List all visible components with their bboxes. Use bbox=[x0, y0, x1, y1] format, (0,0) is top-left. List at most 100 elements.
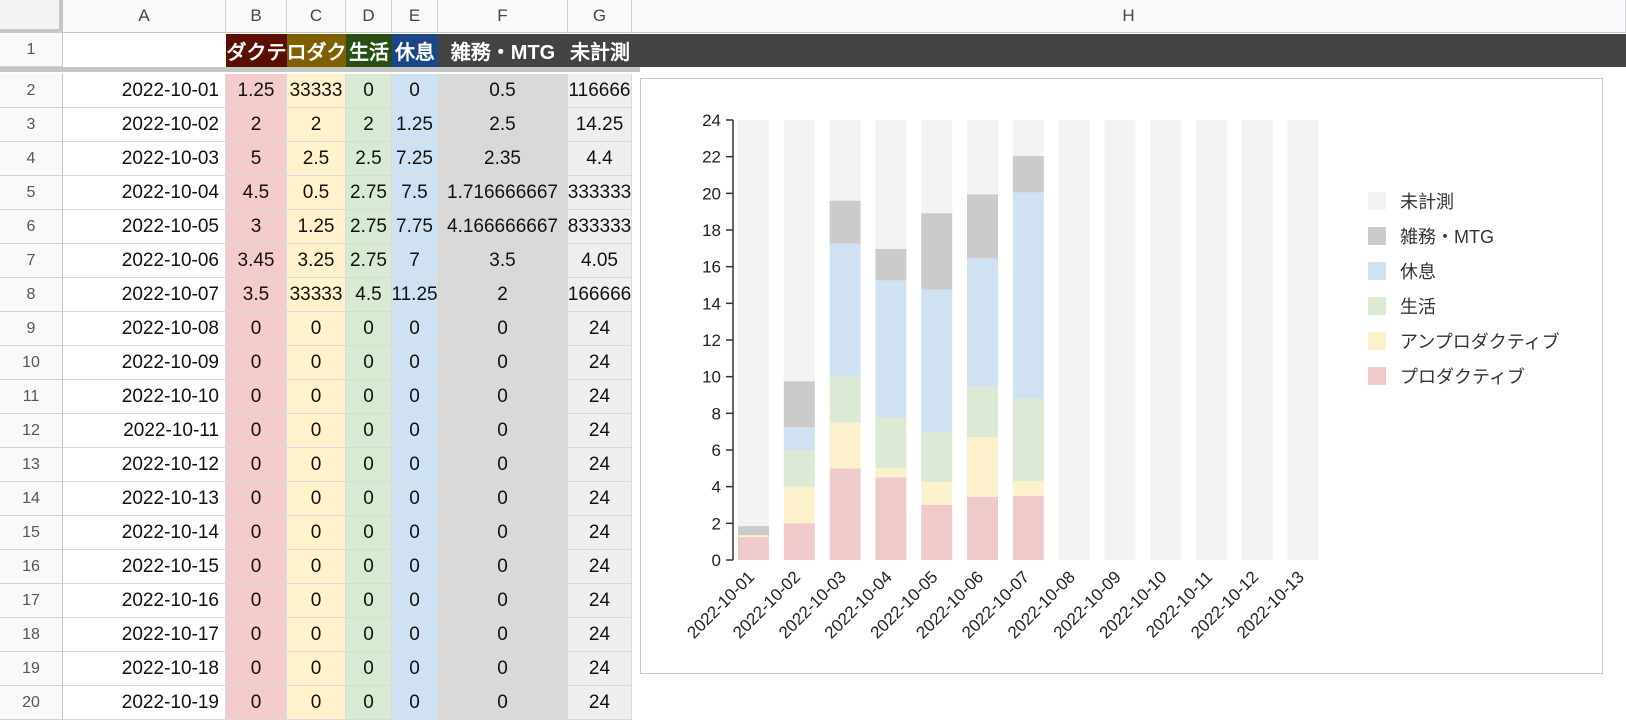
legend-item[interactable]: 休息 bbox=[1368, 253, 1560, 288]
value-cell[interactable]: 166666 bbox=[568, 278, 632, 312]
value-cell[interactable]: 2 bbox=[226, 108, 287, 142]
legend-item[interactable]: 未計測 bbox=[1368, 183, 1560, 218]
value-cell[interactable]: 0 bbox=[438, 380, 568, 414]
value-cell[interactable]: 3.45 bbox=[226, 244, 287, 278]
header-cell-g[interactable]: 未計測 bbox=[568, 34, 632, 67]
value-cell[interactable]: 0 bbox=[346, 550, 392, 584]
value-cell[interactable]: 0 bbox=[226, 448, 287, 482]
value-cell[interactable]: 4.05 bbox=[568, 244, 632, 278]
value-cell[interactable]: 0 bbox=[438, 686, 568, 720]
legend-item[interactable]: 雑務・MTG bbox=[1368, 218, 1560, 253]
value-cell[interactable]: 33333 bbox=[287, 278, 346, 312]
value-cell[interactable]: 0 bbox=[392, 618, 438, 652]
date-cell[interactable]: 2022-10-11 bbox=[63, 414, 226, 448]
header-cell-e[interactable]: 休息 bbox=[392, 34, 438, 67]
value-cell[interactable]: 0 bbox=[392, 414, 438, 448]
value-cell[interactable]: 4.5 bbox=[226, 176, 287, 210]
date-cell[interactable]: 2022-10-08 bbox=[63, 312, 226, 346]
value-cell[interactable]: 0 bbox=[392, 380, 438, 414]
value-cell[interactable]: 0 bbox=[392, 312, 438, 346]
value-cell[interactable]: 0 bbox=[438, 414, 568, 448]
header-cell-c[interactable]: ロダク bbox=[287, 34, 346, 67]
value-cell[interactable]: 24 bbox=[568, 312, 632, 346]
row-header-19[interactable]: 19 bbox=[0, 652, 63, 686]
row-header-6[interactable]: 6 bbox=[0, 210, 63, 244]
value-cell[interactable]: 2.75 bbox=[346, 210, 392, 244]
value-cell[interactable]: 2.75 bbox=[346, 176, 392, 210]
value-cell[interactable]: 7.5 bbox=[392, 176, 438, 210]
column-header-d[interactable]: D bbox=[346, 0, 392, 33]
row-header-3[interactable]: 3 bbox=[0, 108, 63, 142]
row-header-9[interactable]: 9 bbox=[0, 312, 63, 346]
column-header-c[interactable]: C bbox=[287, 0, 346, 33]
value-cell[interactable]: 24 bbox=[568, 550, 632, 584]
value-cell[interactable]: 0 bbox=[287, 482, 346, 516]
value-cell[interactable]: 0 bbox=[287, 312, 346, 346]
value-cell[interactable]: 7.25 bbox=[392, 142, 438, 176]
value-cell[interactable]: 0 bbox=[438, 618, 568, 652]
value-cell[interactable]: 0 bbox=[392, 516, 438, 550]
header-cell-a[interactable] bbox=[63, 34, 226, 67]
date-cell[interactable]: 2022-10-13 bbox=[63, 482, 226, 516]
value-cell[interactable]: 0 bbox=[226, 584, 287, 618]
value-cell[interactable]: 4.166666667 bbox=[438, 210, 568, 244]
value-cell[interactable]: 7 bbox=[392, 244, 438, 278]
value-cell[interactable]: 0 bbox=[226, 482, 287, 516]
value-cell[interactable]: 0 bbox=[287, 652, 346, 686]
value-cell[interactable]: 4.5 bbox=[346, 278, 392, 312]
value-cell[interactable]: 1.25 bbox=[287, 210, 346, 244]
column-header-f[interactable]: F bbox=[438, 0, 568, 33]
row-header-20[interactable]: 20 bbox=[0, 686, 63, 720]
value-cell[interactable]: 0 bbox=[287, 380, 346, 414]
header-cell-d[interactable]: 生活 bbox=[346, 34, 392, 67]
value-cell[interactable]: 3.5 bbox=[226, 278, 287, 312]
column-header-h[interactable]: H bbox=[632, 0, 1626, 33]
value-cell[interactable]: 0 bbox=[287, 618, 346, 652]
value-cell[interactable]: 1.25 bbox=[392, 108, 438, 142]
value-cell[interactable]: 2.75 bbox=[346, 244, 392, 278]
value-cell[interactable]: 0 bbox=[226, 686, 287, 720]
header-cell-b[interactable]: ダクテ bbox=[226, 34, 287, 67]
value-cell[interactable]: 0 bbox=[226, 550, 287, 584]
value-cell[interactable]: 0 bbox=[287, 414, 346, 448]
value-cell[interactable]: 1.716666667 bbox=[438, 176, 568, 210]
value-cell[interactable]: 0 bbox=[346, 380, 392, 414]
value-cell[interactable]: 14.25 bbox=[568, 108, 632, 142]
value-cell[interactable]: 0 bbox=[346, 618, 392, 652]
row-header-16[interactable]: 16 bbox=[0, 550, 63, 584]
value-cell[interactable]: 24 bbox=[568, 448, 632, 482]
value-cell[interactable]: 0 bbox=[226, 380, 287, 414]
row-header-2[interactable]: 2 bbox=[0, 74, 63, 108]
value-cell[interactable]: 0 bbox=[438, 346, 568, 380]
value-cell[interactable]: 5 bbox=[226, 142, 287, 176]
value-cell[interactable]: 0 bbox=[346, 448, 392, 482]
value-cell[interactable]: 0 bbox=[287, 448, 346, 482]
date-cell[interactable]: 2022-10-15 bbox=[63, 550, 226, 584]
value-cell[interactable]: 0 bbox=[346, 516, 392, 550]
legend-item[interactable]: アンプロダクティブ bbox=[1368, 323, 1560, 358]
row-header-14[interactable]: 14 bbox=[0, 482, 63, 516]
value-cell[interactable]: 0 bbox=[438, 482, 568, 516]
row-header-18[interactable]: 18 bbox=[0, 618, 63, 652]
legend-item[interactable]: 生活 bbox=[1368, 288, 1560, 323]
value-cell[interactable]: 0 bbox=[392, 686, 438, 720]
value-cell[interactable]: 0.5 bbox=[287, 176, 346, 210]
value-cell[interactable]: 0 bbox=[392, 346, 438, 380]
date-cell[interactable]: 2022-10-05 bbox=[63, 210, 226, 244]
date-cell[interactable]: 2022-10-04 bbox=[63, 176, 226, 210]
value-cell[interactable]: 0 bbox=[287, 686, 346, 720]
value-cell[interactable]: 0 bbox=[392, 584, 438, 618]
row-header-10[interactable]: 10 bbox=[0, 346, 63, 380]
value-cell[interactable]: 2.5 bbox=[287, 142, 346, 176]
value-cell[interactable]: 333333 bbox=[568, 176, 632, 210]
row-header-13[interactable]: 13 bbox=[0, 448, 63, 482]
column-header-g[interactable]: G bbox=[568, 0, 632, 33]
legend-item[interactable]: プロダクティブ bbox=[1368, 358, 1560, 393]
column-header-e[interactable]: E bbox=[392, 0, 438, 33]
row-header-15[interactable]: 15 bbox=[0, 516, 63, 550]
date-cell[interactable]: 2022-10-01 bbox=[63, 74, 226, 108]
value-cell[interactable]: 0 bbox=[287, 346, 346, 380]
stacked-bar-chart[interactable]: 0 2 4 6 8 10 12 14 16 18 20 22 24 2022-10-01 2022-10-0… bbox=[640, 78, 1603, 674]
value-cell[interactable]: 0 bbox=[438, 584, 568, 618]
value-cell[interactable]: 0 bbox=[287, 550, 346, 584]
